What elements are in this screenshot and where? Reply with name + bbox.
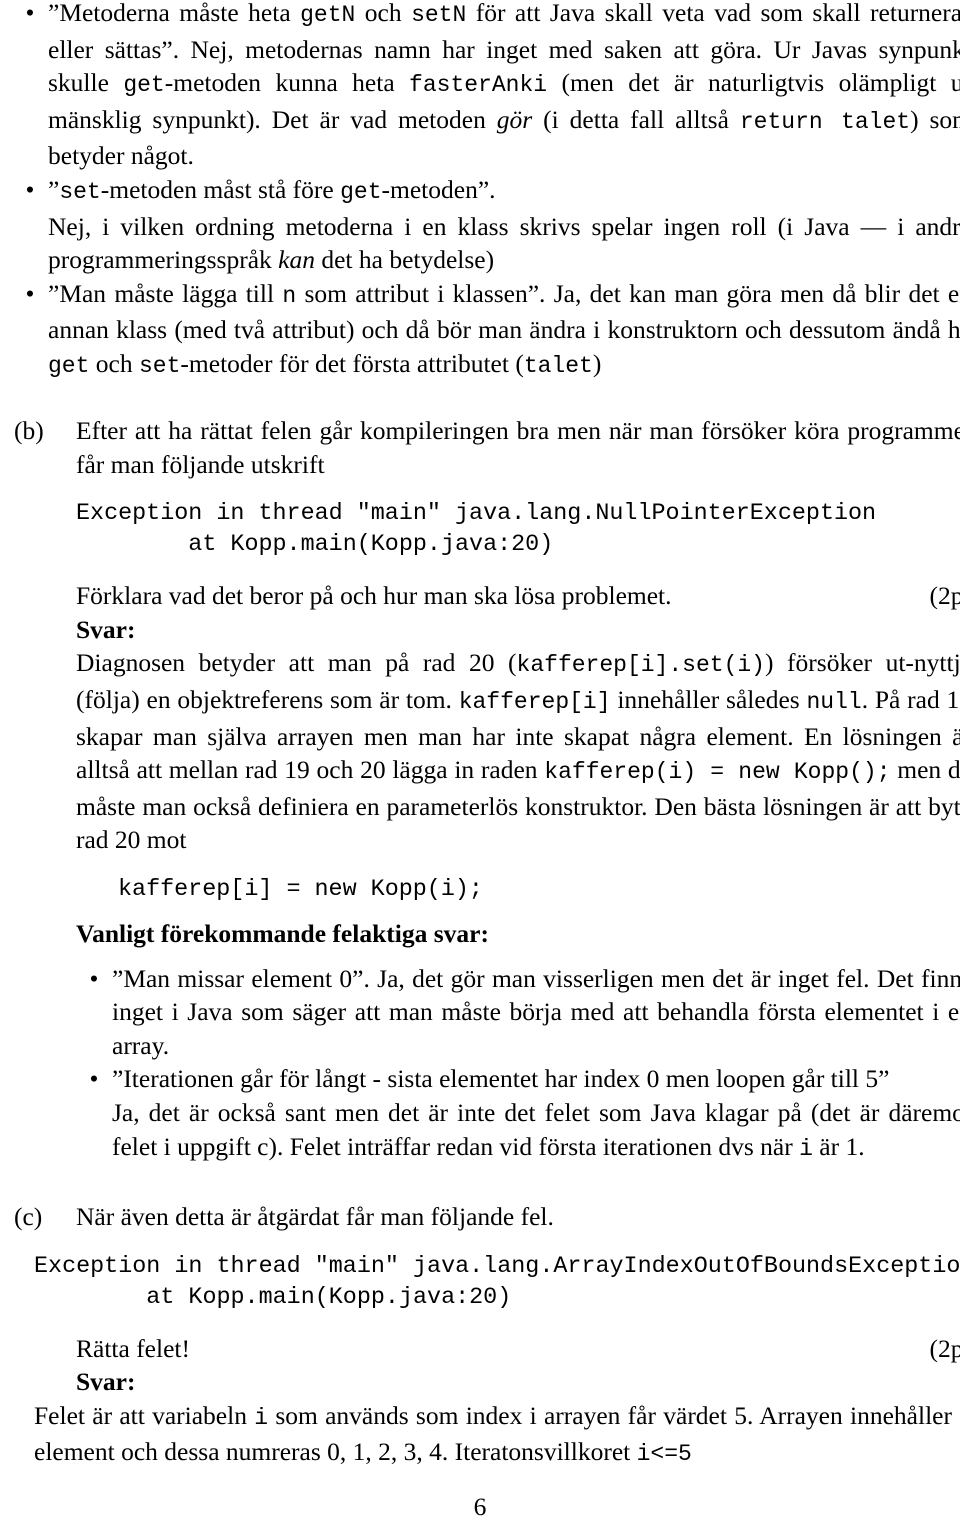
bullet-list-top: • ”Metoderna måste heta getN och setN fö… xyxy=(0,0,960,384)
points-badge: (2p) xyxy=(929,581,960,611)
exercise-item-b: (b) Efter att ha rättat felen går kompil… xyxy=(0,414,960,1166)
bullet-text: ”Iterationen går för långt - sista eleme… xyxy=(112,1064,960,1162)
enumerate-item: (c) När även detta är åtgärdat får man f… xyxy=(12,1200,960,1472)
points-badge: (2p) xyxy=(929,1333,960,1363)
page-number: 6 xyxy=(473,1492,487,1521)
bullet-icon: • xyxy=(25,174,35,204)
answer-heading: Svar: xyxy=(76,614,136,644)
wrong-answers-list: • ”Man missar element 0”. Ja, det gör ma… xyxy=(76,962,960,1167)
item-label-c: (c) xyxy=(14,1202,43,1231)
answer-heading: Svar: xyxy=(76,1367,136,1397)
item-c-question: Rätta felet! xyxy=(76,1333,190,1363)
bullet-text: ”Man måste lägga till n som attribut i k… xyxy=(48,278,960,379)
list-item: • ”set-metoden måst stå före get-metoden… xyxy=(12,173,960,277)
exercise-item-c: (c) När även detta är åtgärdat får man f… xyxy=(0,1200,960,1472)
bullet-text: ”set-metoden måst stå före get-metoden”.… xyxy=(48,174,960,275)
stacktrace-nullpointer: Exception in thread "main" java.lang.Nul… xyxy=(76,501,877,559)
item-b-intro: Efter att ha rättat felen går kompilerin… xyxy=(76,416,960,479)
bullet-icon: • xyxy=(25,278,35,308)
item-c-intro: När även detta är åtgärdat får man följa… xyxy=(76,1202,554,1231)
document-page: • ”Metoderna måste heta getN och setN fö… xyxy=(0,0,960,1538)
common-wrong-answers-heading: Vanligt förekommande felaktiga svar: xyxy=(76,918,489,948)
item-b-question-row: (2p) Förklara vad det beror på och hur m… xyxy=(76,579,960,613)
item-c-answer: Felet är att variabeln i som används som… xyxy=(34,1400,960,1468)
item-b-answer: Diagnosen betyder att man på rad 20 (kaf… xyxy=(76,648,960,855)
item-b-body: Efter att ha rättat felen går kompilerin… xyxy=(76,414,960,1166)
item-c-body: När även detta är åtgärdat får man följa… xyxy=(34,1200,960,1472)
list-item: • ”Man missar element 0”. Ja, det gör ma… xyxy=(76,962,960,1063)
item-b-question: Förklara vad det beror på och hur man sk… xyxy=(76,581,672,611)
item-label-b: (b) xyxy=(14,416,44,445)
bullet-icon: • xyxy=(89,1064,99,1094)
enumerate-item: (b) Efter att ha rättat felen går kompil… xyxy=(12,414,960,1166)
bullet-icon: • xyxy=(89,963,99,993)
list-item: • ”Man måste lägga till n som attribut i… xyxy=(12,277,960,384)
list-item: • ”Iterationen går för långt - sista ele… xyxy=(76,1062,960,1166)
bullet-text: ”Metoderna måste heta getN och setN för … xyxy=(48,0,960,171)
item-c-question-row: (2p) Rätta felet! xyxy=(76,1332,960,1366)
stacktrace-aioobe: Exception in thread "main" java.lang.Arr… xyxy=(34,1253,960,1311)
bullet-icon: • xyxy=(25,0,35,27)
list-item: • ”Metoderna måste heta getN och setN fö… xyxy=(12,0,960,173)
code-fix-line: kafferep[i] = new Kopp(i); xyxy=(118,876,483,903)
bullet-text: ”Man missar element 0”. Ja, det gör man … xyxy=(112,963,960,1060)
